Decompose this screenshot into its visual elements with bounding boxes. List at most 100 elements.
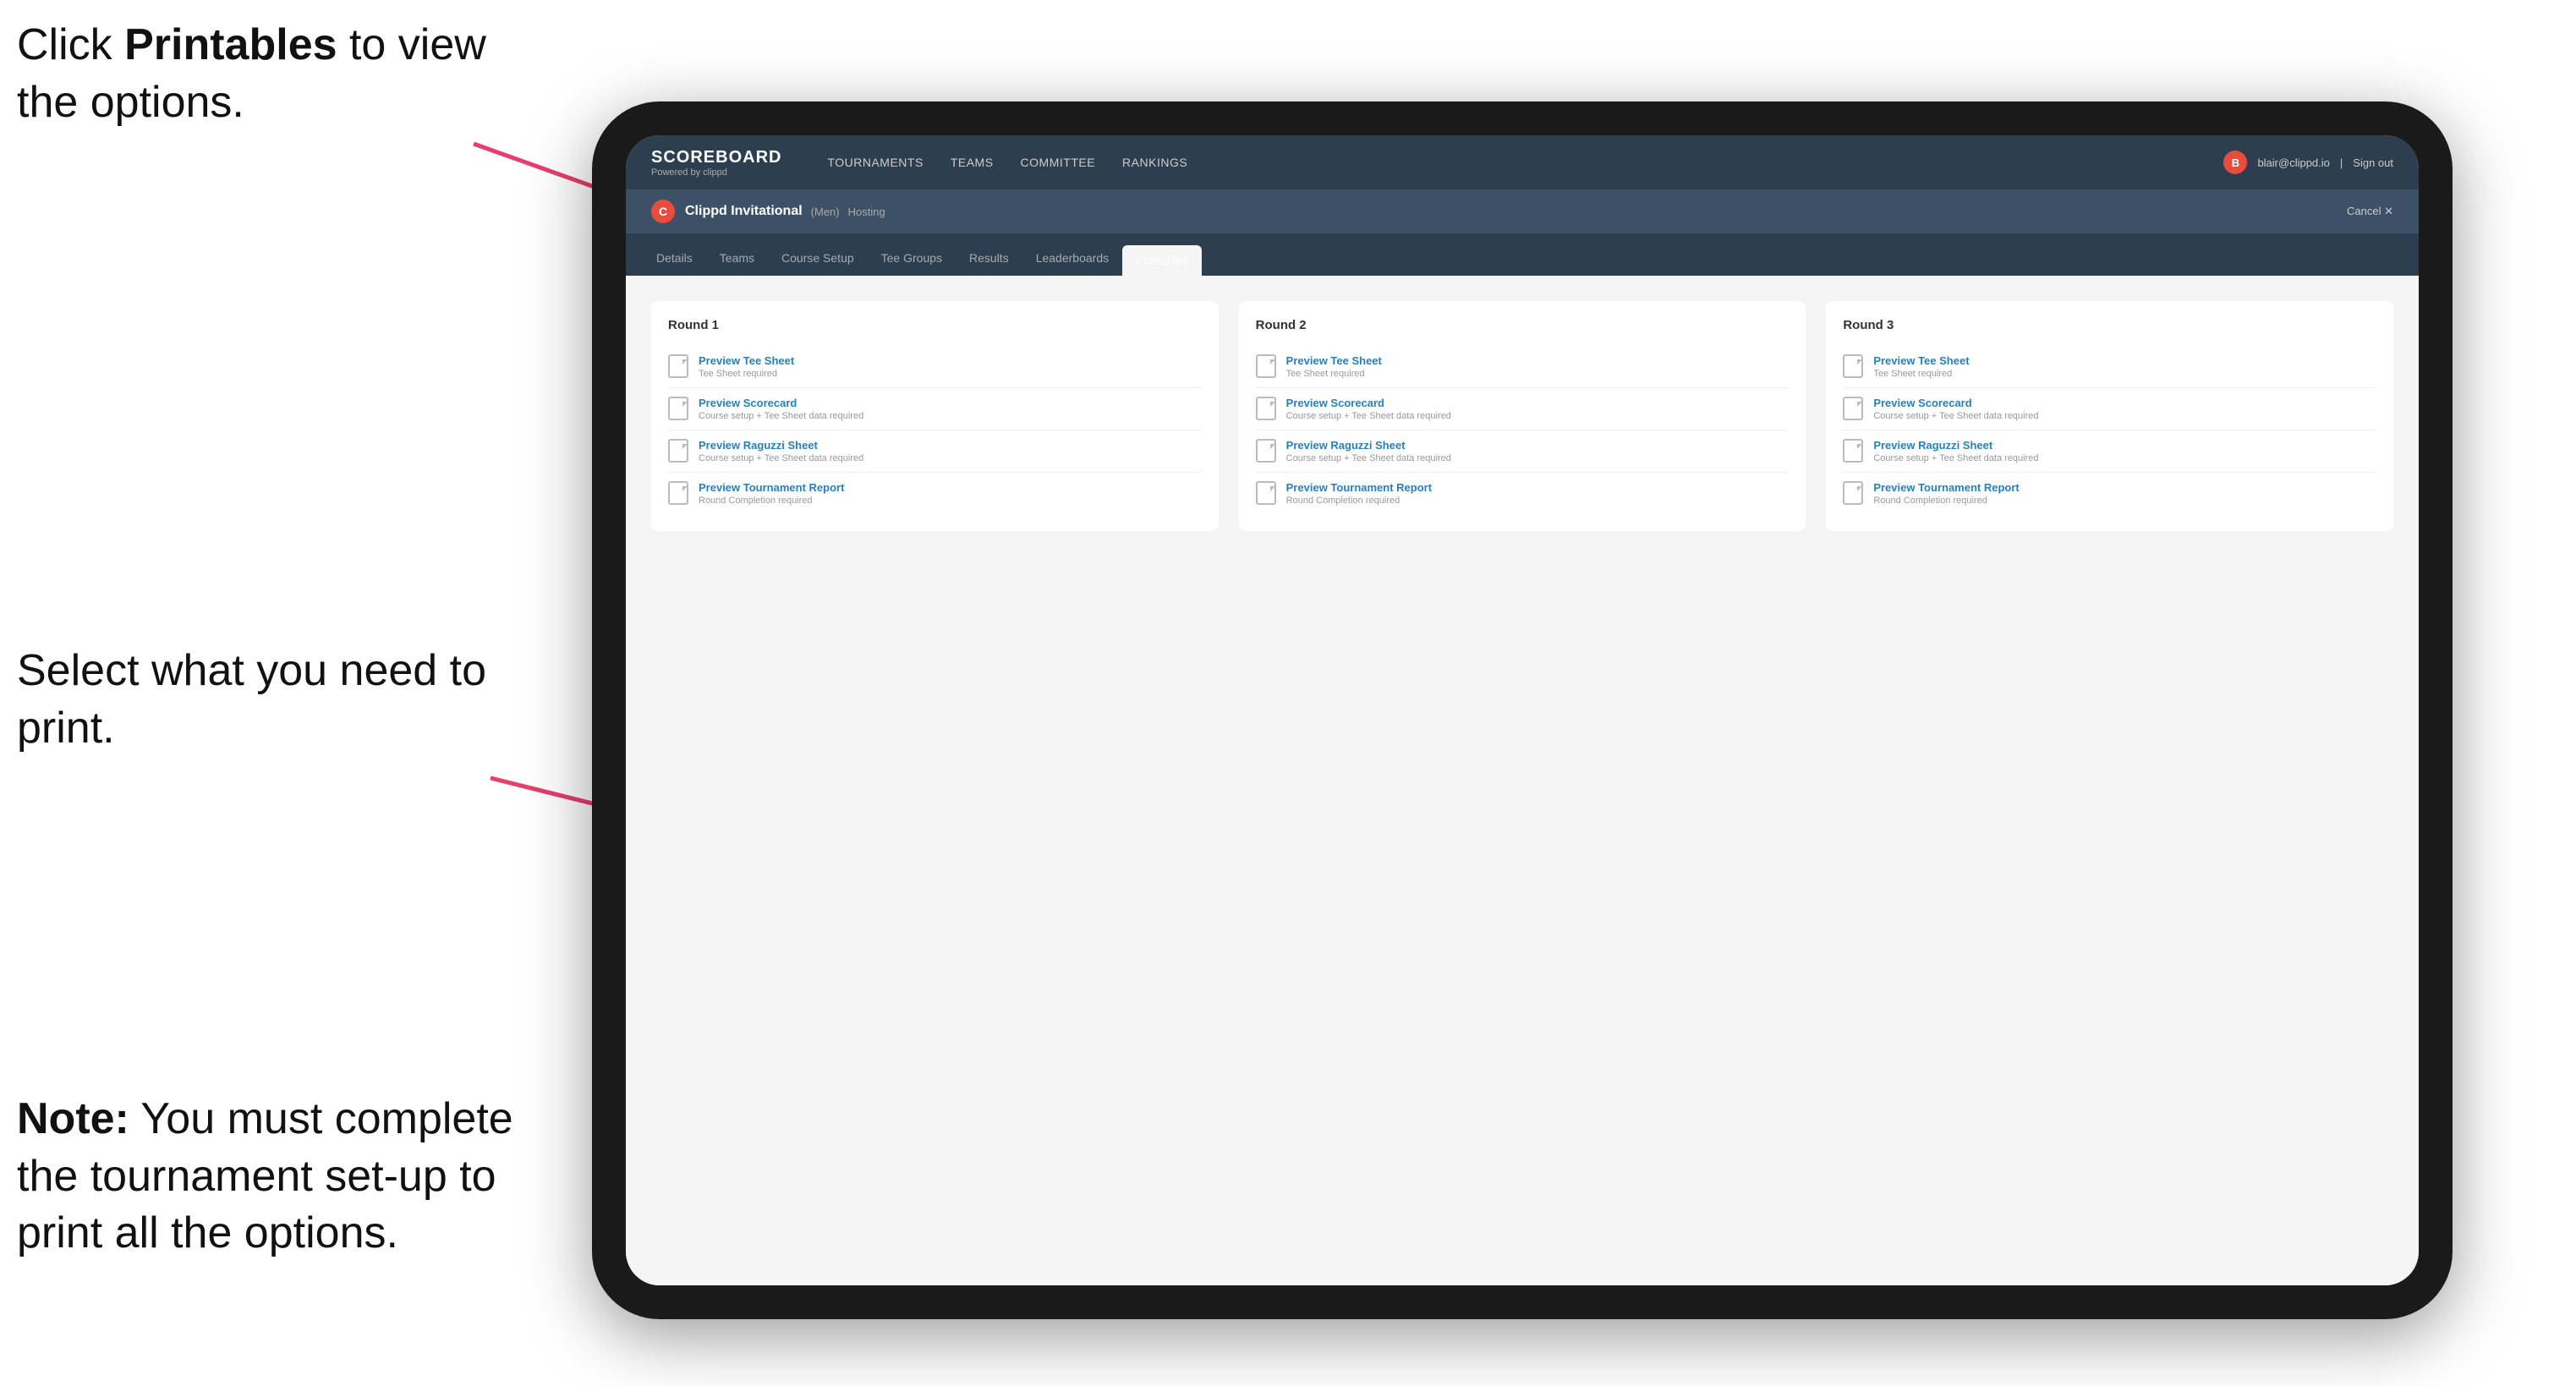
print-item-text-r3-i4: Preview Tournament Report Round Completio…: [1873, 481, 2019, 506]
print-item-subtitle-r1-i2: Course setup + Tee Sheet data required: [699, 411, 863, 421]
print-item-text-r1-i3: Preview Raguzzi SheetCourse setup + Tee …: [699, 439, 863, 463]
print-item-title-r2-i2: Preview Scorecard: [1286, 397, 1451, 409]
round-column-2: Round 2 Preview Tee Sheet Tee Sheet requir…: [1239, 301, 1806, 531]
print-item-text-r1-i2: Preview Scorecard Course setup + Tee Shee…: [699, 397, 863, 421]
user-email: blair@clippd.io: [2257, 156, 2329, 169]
print-item-r2-i4[interactable]: Preview Tournament Report Round Completio…: [1256, 473, 1789, 514]
print-item-r3-i4[interactable]: Preview Tournament Report Round Completio…: [1843, 473, 2376, 514]
print-item-text-r2-i2: Preview Scorecard Course setup + Tee Shee…: [1286, 397, 1451, 421]
print-item-text-r2-i3: Preview Raguzzi SheetCourse setup + Tee …: [1286, 439, 1451, 463]
user-avatar: B: [2223, 151, 2247, 174]
print-item-r1-i2[interactable]: Preview Scorecard Course setup + Tee Shee…: [668, 388, 1202, 430]
print-item-r2-i2[interactable]: Preview Scorecard Course setup + Tee Shee…: [1256, 388, 1789, 430]
print-item-r1-i1[interactable]: Preview Tee Sheet Tee Sheet required: [668, 346, 1202, 388]
print-icon-r3-i2: [1843, 397, 1863, 420]
print-item-text-r2-i1: Preview Tee Sheet Tee Sheet required: [1286, 354, 1382, 379]
print-item-title-r1-i2: Preview Scorecard: [699, 397, 863, 409]
print-icon-r3-i4: [1843, 481, 1863, 505]
print-icon-r1-i4: [668, 481, 688, 505]
scoreboard-brand: SCOREBOARD Powered by clippd: [651, 148, 781, 178]
annotation-bold-printables: Printables: [124, 20, 337, 69]
annotation-top: Click Printables to view the options.: [17, 17, 491, 131]
print-item-r3-i1[interactable]: Preview Tee Sheet Tee Sheet required: [1843, 346, 2376, 388]
round-header-2: Round 2: [1256, 318, 1789, 332]
round-header-3: Round 3: [1843, 318, 2376, 332]
sign-out-link[interactable]: Sign out: [2353, 156, 2393, 169]
tournament-status: Hosting: [848, 205, 885, 218]
print-icon-r1-i1: [668, 354, 688, 378]
print-item-title-r1-i3: Preview Raguzzi Sheet: [699, 439, 863, 452]
print-item-subtitle-r3-i1: Tee Sheet required: [1873, 369, 1969, 379]
tab-printables[interactable]: Printables: [1122, 245, 1202, 276]
print-item-r1-i3[interactable]: Preview Raguzzi SheetCourse setup + Tee …: [668, 430, 1202, 473]
print-icon-r1-i2: [668, 397, 688, 420]
print-item-title-r2-i3: Preview Raguzzi Sheet: [1286, 439, 1451, 452]
print-item-r3-i2[interactable]: Preview ScorecardCourse setup + Tee Shee…: [1843, 388, 2376, 430]
print-item-r3-i3[interactable]: Preview Raguzzi SheetCourse setup + Tee …: [1843, 430, 2376, 473]
tab-teams[interactable]: Teams: [706, 243, 768, 276]
tournament-title: Clippd Invitational: [685, 204, 803, 219]
print-item-title-r1-i1: Preview Tee Sheet: [699, 354, 794, 367]
rounds-container: Round 1 Preview Tee Sheet Tee Sheet requir…: [651, 301, 2393, 531]
tab-details[interactable]: Details: [643, 243, 706, 276]
print-icon-r2-i1: [1256, 354, 1276, 378]
print-item-subtitle-r3-i3: Course setup + Tee Sheet data required: [1873, 453, 2038, 463]
tournament-logo: C: [651, 200, 675, 223]
nav-link-teams[interactable]: TEAMS: [939, 151, 1006, 174]
print-item-title-r3-i4: Preview Tournament Report: [1873, 481, 2019, 494]
tab-results[interactable]: Results: [956, 243, 1022, 276]
top-nav-right: B blair@clippd.io | Sign out: [2223, 151, 2393, 174]
main-content: Round 1 Preview Tee Sheet Tee Sheet requir…: [626, 276, 2419, 1285]
tab-course-setup[interactable]: Course Setup: [768, 243, 868, 276]
print-item-subtitle-r2-i2: Course setup + Tee Sheet data required: [1286, 411, 1451, 421]
print-item-r1-i4[interactable]: Preview Tournament ReportRound Completio…: [668, 473, 1202, 514]
print-item-text-r3-i3: Preview Raguzzi SheetCourse setup + Tee …: [1873, 439, 2038, 463]
separator: |: [2340, 156, 2343, 169]
print-item-subtitle-r2-i1: Tee Sheet required: [1286, 369, 1382, 379]
print-item-subtitle-r2-i3: Course setup + Tee Sheet data required: [1286, 453, 1451, 463]
print-item-text-r1-i4: Preview Tournament ReportRound Completio…: [699, 481, 844, 506]
tablet-frame: SCOREBOARD Powered by clippd TOURNAMENTS…: [592, 101, 2453, 1319]
print-item-text-r1-i1: Preview Tee Sheet Tee Sheet required: [699, 354, 794, 379]
annotation-middle: Select what you need to print.: [17, 643, 507, 757]
print-item-title-r3-i3: Preview Raguzzi Sheet: [1873, 439, 2038, 452]
brand-title: SCOREBOARD: [651, 148, 781, 167]
print-icon-r2-i4: [1256, 481, 1276, 505]
annotation-bottom: Note: You must complete the tournament s…: [17, 1091, 541, 1263]
cancel-button[interactable]: Cancel ✕: [2347, 205, 2393, 218]
sub-nav: C Clippd Invitational (Men) Hosting Canc…: [626, 189, 2419, 233]
print-icon-r2-i2: [1256, 397, 1276, 420]
top-nav-links: TOURNAMENTS TEAMS COMMITTEE RANKINGS: [815, 151, 2223, 174]
print-item-r2-i3[interactable]: Preview Raguzzi SheetCourse setup + Tee …: [1256, 430, 1789, 473]
print-icon-r2-i3: [1256, 439, 1276, 463]
print-item-subtitle-r3-i4: Round Completion required: [1873, 496, 2019, 506]
tab-bar: Details Teams Course Setup Tee Groups Re…: [626, 233, 2419, 276]
tournament-category: (Men): [811, 205, 840, 218]
tablet-screen: SCOREBOARD Powered by clippd TOURNAMENTS…: [626, 135, 2419, 1285]
nav-link-rankings[interactable]: RANKINGS: [1110, 151, 1199, 174]
print-item-text-r3-i1: Preview Tee Sheet Tee Sheet required: [1873, 354, 1969, 379]
brand-sub: Powered by clippd: [651, 167, 781, 178]
print-item-title-r3-i1: Preview Tee Sheet: [1873, 354, 1969, 367]
print-item-subtitle-r1-i1: Tee Sheet required: [699, 369, 794, 379]
print-icon-r3-i3: [1843, 439, 1863, 463]
round-header-1: Round 1: [668, 318, 1202, 332]
round-column-1: Round 1 Preview Tee Sheet Tee Sheet requir…: [651, 301, 1219, 531]
print-icon-r1-i3: [668, 439, 688, 463]
print-item-text-r2-i4: Preview Tournament Report Round Completio…: [1286, 481, 1432, 506]
print-icon-r3-i1: [1843, 354, 1863, 378]
round-column-3: Round 3 Preview Tee Sheet Tee Sheet requir…: [1826, 301, 2393, 531]
print-item-r2-i1[interactable]: Preview Tee Sheet Tee Sheet required: [1256, 346, 1789, 388]
tab-leaderboards[interactable]: Leaderboards: [1022, 243, 1122, 276]
print-item-subtitle-r1-i3: Course setup + Tee Sheet data required: [699, 453, 863, 463]
print-item-subtitle-r2-i4: Round Completion required: [1286, 496, 1432, 506]
print-item-subtitle-r1-i4: Round Completion required: [699, 496, 844, 506]
nav-link-committee[interactable]: COMMITTEE: [1009, 151, 1108, 174]
top-nav: SCOREBOARD Powered by clippd TOURNAMENTS…: [626, 135, 2419, 189]
nav-link-tournaments[interactable]: TOURNAMENTS: [815, 151, 934, 174]
print-item-title-r2-i1: Preview Tee Sheet: [1286, 354, 1382, 367]
tab-tee-groups[interactable]: Tee Groups: [868, 243, 956, 276]
print-item-title-r2-i4: Preview Tournament Report: [1286, 481, 1432, 494]
print-item-subtitle-r3-i2: Course setup + Tee Sheet data required: [1873, 411, 2038, 421]
print-item-text-r3-i2: Preview ScorecardCourse setup + Tee Shee…: [1873, 397, 2038, 421]
